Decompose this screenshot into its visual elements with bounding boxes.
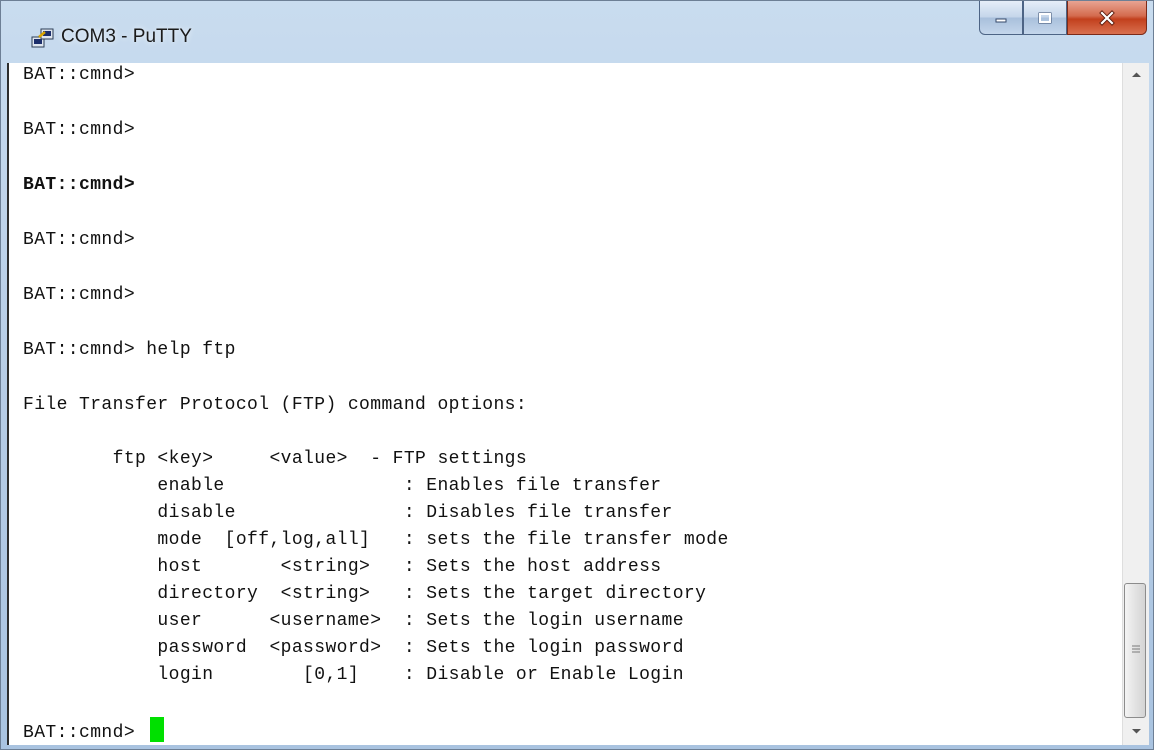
terminal-line: login [0,1] : Disable or Enable Login — [23, 665, 684, 685]
maximize-button[interactable] — [1023, 1, 1067, 35]
terminal-line: BAT::cmnd> — [23, 230, 136, 250]
terminal-cursor — [150, 717, 165, 742]
terminal-line: enable : Enables file transfer — [23, 476, 662, 496]
maximize-icon — [1038, 12, 1052, 23]
scrollbar-thumb[interactable] — [1124, 583, 1146, 718]
minimize-icon — [995, 18, 1007, 22]
terminal-line: BAT::cmnd> help ftp — [23, 340, 236, 360]
caption-buttons — [979, 1, 1147, 37]
terminal-line: directory <string> : Sets the target dir… — [23, 584, 707, 604]
grip-icon — [1132, 645, 1140, 653]
terminal-line: mode [off,log,all] : sets the file trans… — [23, 530, 729, 550]
prompt-text: BAT::cmnd> — [23, 723, 147, 743]
terminal-screen[interactable]: BAT::cmnd> BAT::cmnd> BAT::cmnd> BAT::cm… — [7, 63, 1122, 745]
terminal-line: ftp <key> <value> - FTP settings — [23, 449, 528, 469]
terminal-line: host <string> : Sets the host address — [23, 557, 662, 577]
close-button[interactable] — [1067, 1, 1147, 35]
vertical-scrollbar[interactable] — [1122, 63, 1149, 745]
terminal-line: BAT::cmnd> — [23, 120, 136, 140]
close-icon — [1099, 9, 1115, 26]
terminal-line: disable : Disables file transfer — [23, 503, 673, 523]
arrow-down-icon — [1131, 729, 1141, 734]
arrow-up-icon — [1131, 72, 1141, 77]
terminal-line: BAT::cmnd> — [23, 175, 136, 195]
terminal-line: File Transfer Protocol (FTP) command opt… — [23, 395, 528, 415]
putty-window: COM3 - PuTTY BAT::cmnd> BAT::cmnd> BAT::… — [0, 0, 1154, 750]
scroll-up-button[interactable] — [1123, 63, 1149, 87]
scroll-down-button[interactable] — [1123, 719, 1149, 743]
terminal-prompt-line: BAT::cmnd> — [23, 717, 165, 743]
terminal-line: BAT::cmnd> — [23, 65, 136, 85]
terminal-line: user <username> : Sets the login usernam… — [23, 611, 684, 631]
minimize-button[interactable] — [979, 1, 1023, 35]
window-title: COM3 - PuTTY — [61, 26, 192, 47]
terminal-line: password <password> : Sets the login pas… — [23, 638, 684, 658]
title-bar[interactable]: COM3 - PuTTY — [1, 1, 1153, 63]
terminal-line: BAT::cmnd> — [23, 285, 136, 305]
putty-icon — [31, 28, 54, 48]
